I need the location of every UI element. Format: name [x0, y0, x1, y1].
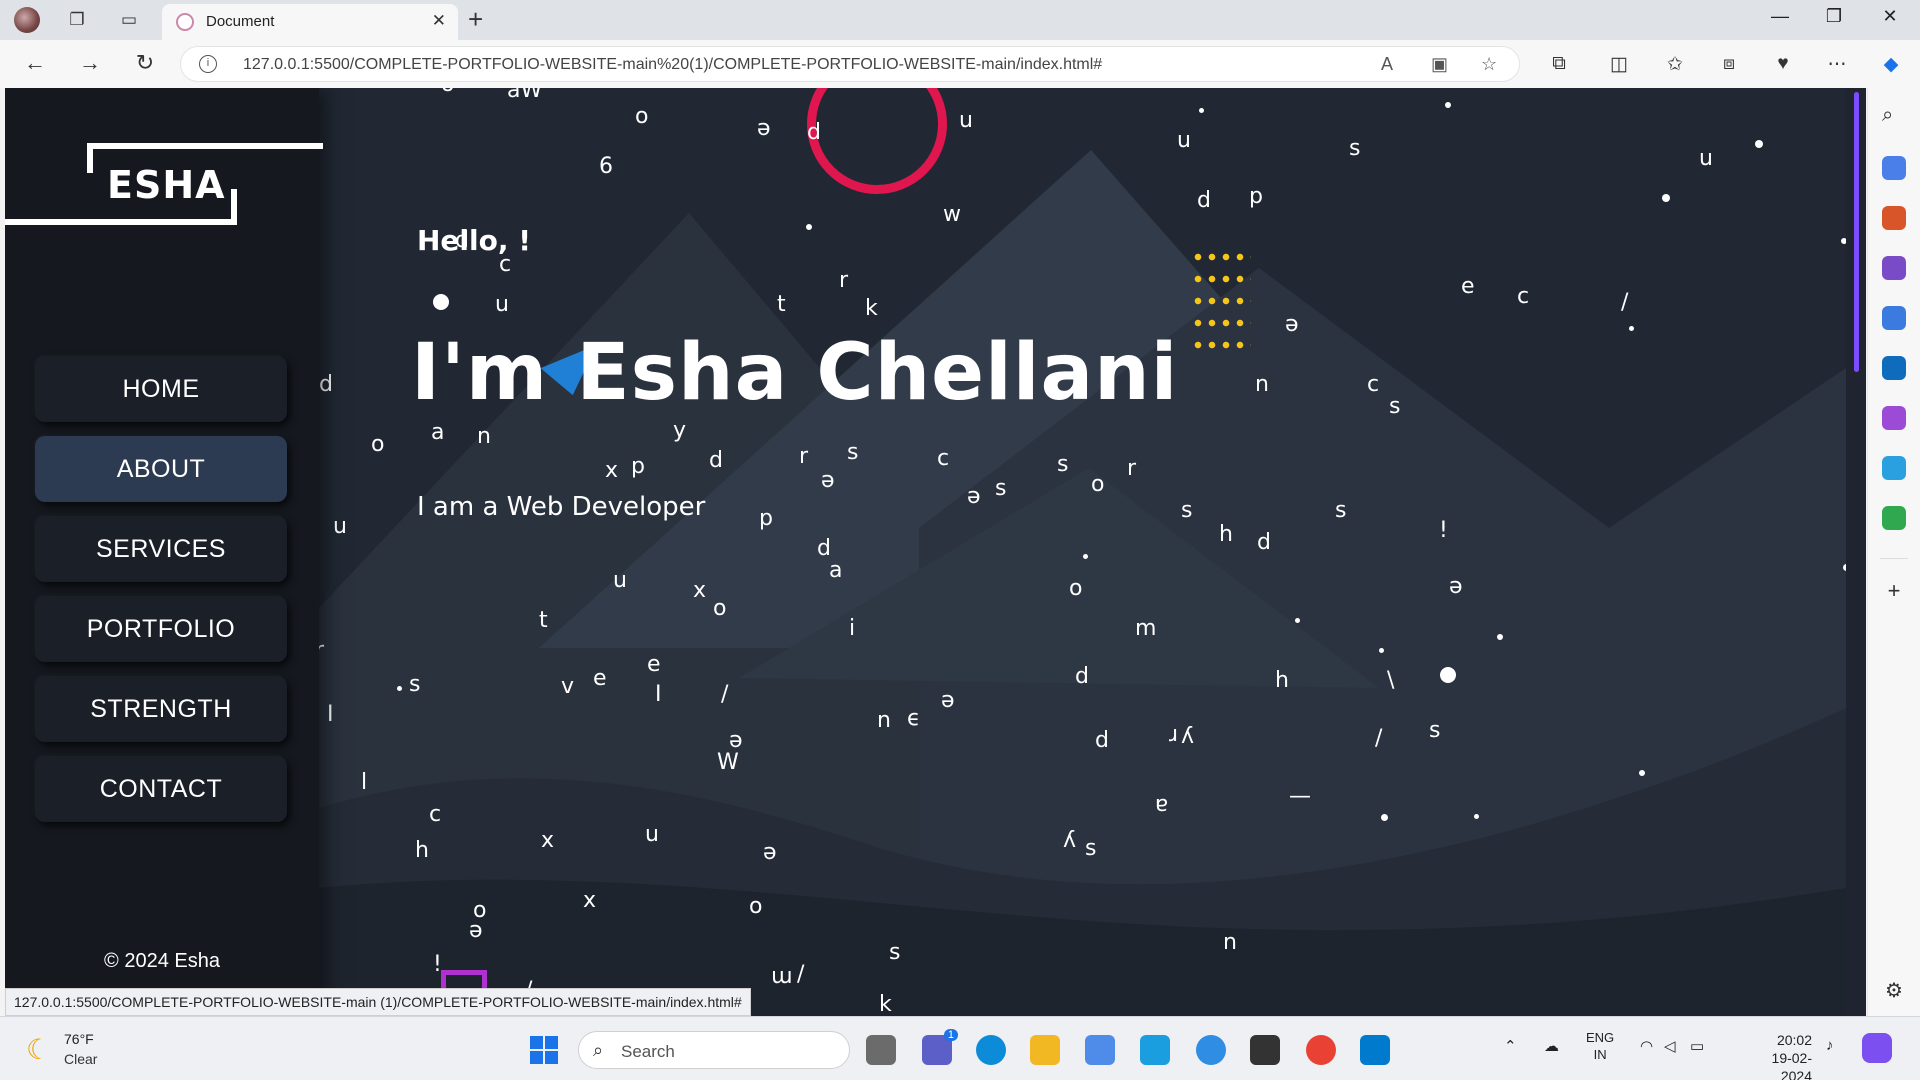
back-icon[interactable]: ← [20, 50, 50, 76]
site-sidebar: ESHA HOME ABOUT SERVICES PORTFOLIO STREN… [5, 88, 323, 1016]
edge-browser-icon[interactable] [976, 1035, 1006, 1065]
notifications-bell-icon[interactable]: ♪ [1826, 1037, 1834, 1054]
immersive-reader-icon[interactable]: ▣ [1431, 54, 1448, 75]
decorative-dot-grid [1191, 246, 1251, 356]
browser-essentials-icon[interactable]: ♥ [1768, 53, 1798, 75]
sidebar-settings-icon[interactable]: ⚙ [1882, 978, 1906, 1002]
designer-icon[interactable] [1882, 406, 1906, 430]
refresh-icon[interactable]: ↻ [130, 50, 160, 76]
collections-icon[interactable]: ⧈ [1714, 53, 1744, 75]
profile-avatar[interactable] [14, 7, 40, 33]
tab-strip: ❐ ▭ Document ✕ + — ❐ ✕ [0, 0, 1920, 40]
file-explorer-icon[interactable] [1030, 1035, 1060, 1065]
window-close-icon[interactable]: ✕ [1870, 6, 1910, 27]
language-indicator[interactable]: ENG IN [1586, 1029, 1614, 1063]
portfolio-page: ESHA HOME ABOUT SERVICES PORTFOLIO STREN… [5, 88, 1846, 1016]
battery-icon[interactable]: ▭ [1690, 1037, 1704, 1055]
start-button[interactable] [530, 1036, 558, 1064]
tree-icon[interactable] [1882, 506, 1906, 530]
help-icon[interactable] [1196, 1035, 1226, 1065]
taskbar-clock[interactable]: 20:02 19-02-2024 [1742, 1031, 1812, 1080]
microsoft-365-icon[interactable] [1882, 306, 1906, 330]
sidebar-divider [1880, 558, 1908, 559]
nav-contact-button[interactable]: CONTACT [35, 756, 287, 822]
scrollbar-thumb[interactable] [1854, 92, 1859, 372]
favorites-icon[interactable]: ✩ [1660, 53, 1690, 76]
send-icon[interactable] [1882, 456, 1906, 480]
tab-favicon-icon [176, 13, 194, 31]
search-label: Search [621, 1042, 675, 1061]
taskbar: ☾ 76°F Clear ⌕ Search 1 ⌃ ☁ ENG IN ◠ ◁ ▭… [0, 1016, 1920, 1080]
clock-time: 20:02 [1776, 1032, 1812, 1048]
chrome-icon[interactable] [1306, 1035, 1336, 1065]
address-bar[interactable]: i 127.0.0.1:5500/COMPLETE-PORTFOLIO-WEBS… [180, 46, 1520, 82]
nav-about-button[interactable]: ABOUT [35, 436, 287, 502]
tab-close-icon[interactable]: ✕ [432, 11, 446, 31]
volume-icon[interactable]: ◁ [1664, 1037, 1676, 1055]
tab-title: Document [206, 13, 275, 30]
add-sidebar-app-icon[interactable]: + [1882, 578, 1906, 603]
weather-temperature[interactable]: 76°F [64, 1031, 94, 1047]
tab-actions-icon[interactable]: ▭ [116, 7, 142, 33]
weather-condition[interactable]: Clear [64, 1051, 97, 1067]
site-info-icon[interactable]: i [199, 55, 217, 73]
wifi-icon[interactable]: ◠ [1640, 1037, 1653, 1055]
nav-services-button[interactable]: SERVICES [35, 516, 287, 582]
chat-badge: 1 [943, 1029, 958, 1041]
search-icon: ⌕ [593, 1040, 604, 1060]
vscode-icon[interactable] [1360, 1035, 1390, 1065]
clock-date: 19-02-2024 [1771, 1050, 1812, 1080]
page-scrollbar[interactable] [1846, 88, 1866, 1016]
copilot-icon[interactable]: ◆ [1876, 53, 1906, 76]
hero-role: I am a Web Developer [417, 492, 706, 522]
hero-greeting: Hello, ! [417, 224, 532, 257]
forward-icon[interactable]: → [75, 50, 105, 76]
copilot-taskbar-icon[interactable] [1862, 1033, 1892, 1063]
myhp-icon[interactable] [1140, 1035, 1170, 1065]
task-view-icon[interactable] [866, 1035, 896, 1065]
copyright-text: © 2024 Esha [104, 950, 220, 972]
nav-portfolio-button[interactable]: PORTFOLIO [35, 596, 287, 662]
hero-section: o aW o 6 ə d w u u d p s u d c u t r k e… [303, 88, 1846, 1016]
mountain-background [319, 150, 1846, 1016]
address-url[interactable]: 127.0.0.1:5500/COMPLETE-PORTFOLIO-WEBSIT… [243, 56, 1102, 74]
new-tab-icon[interactable]: + [468, 4, 483, 35]
show-hidden-icons-icon[interactable]: ⌃ [1504, 1037, 1517, 1055]
logo-text: ESHA [107, 163, 226, 207]
moon-weather-icon[interactable]: ☾ [26, 1033, 51, 1066]
minimize-icon[interactable]: — [1760, 6, 1800, 27]
edge-sidebar: ⌕ + ⚙ [1867, 88, 1920, 1016]
status-bar-url: 127.0.0.1:5500/COMPLETE-PORTFOLIO-WEBSIT… [5, 988, 751, 1016]
teams-chat-icon[interactable]: 1 [922, 1029, 958, 1065]
nav-home-button[interactable]: HOME [35, 356, 287, 422]
browser-tab[interactable]: Document ✕ [162, 4, 458, 40]
nav-strength-button[interactable]: STRENGTH [35, 676, 287, 742]
more-menu-icon[interactable]: ⋯ [1822, 53, 1852, 76]
sublime-text-icon[interactable] [1250, 1035, 1280, 1065]
site-logo[interactable]: ESHA [5, 143, 323, 225]
read-aloud-icon[interactable]: A [1381, 54, 1393, 75]
extensions-icon[interactable]: ⧉ [1544, 53, 1574, 75]
address-toolbar: ← → ↻ i 127.0.0.1:5500/COMPLETE-PORTFOLI… [0, 40, 1920, 88]
language-code: ENG [1586, 1030, 1615, 1045]
favorite-star-icon[interactable]: ☆ [1481, 54, 1497, 75]
split-screen-icon[interactable]: ◫ [1604, 53, 1634, 76]
microsoft-store-icon[interactable] [1085, 1035, 1115, 1065]
restore-icon[interactable]: ❐ [1814, 6, 1854, 27]
hero-name: I'm Esha Chellani [411, 328, 1179, 418]
region-code: IN [1593, 1047, 1607, 1062]
taskbar-search[interactable]: ⌕ Search [578, 1031, 850, 1069]
tools-icon[interactable] [1882, 206, 1906, 230]
games-icon[interactable] [1882, 256, 1906, 280]
outlook-icon[interactable] [1882, 356, 1906, 380]
workspaces-icon[interactable]: ❐ [64, 7, 90, 33]
onedrive-icon[interactable]: ☁ [1544, 1037, 1559, 1055]
shopping-icon[interactable] [1882, 156, 1906, 180]
search-icon[interactable]: ⌕ [1882, 104, 1906, 128]
